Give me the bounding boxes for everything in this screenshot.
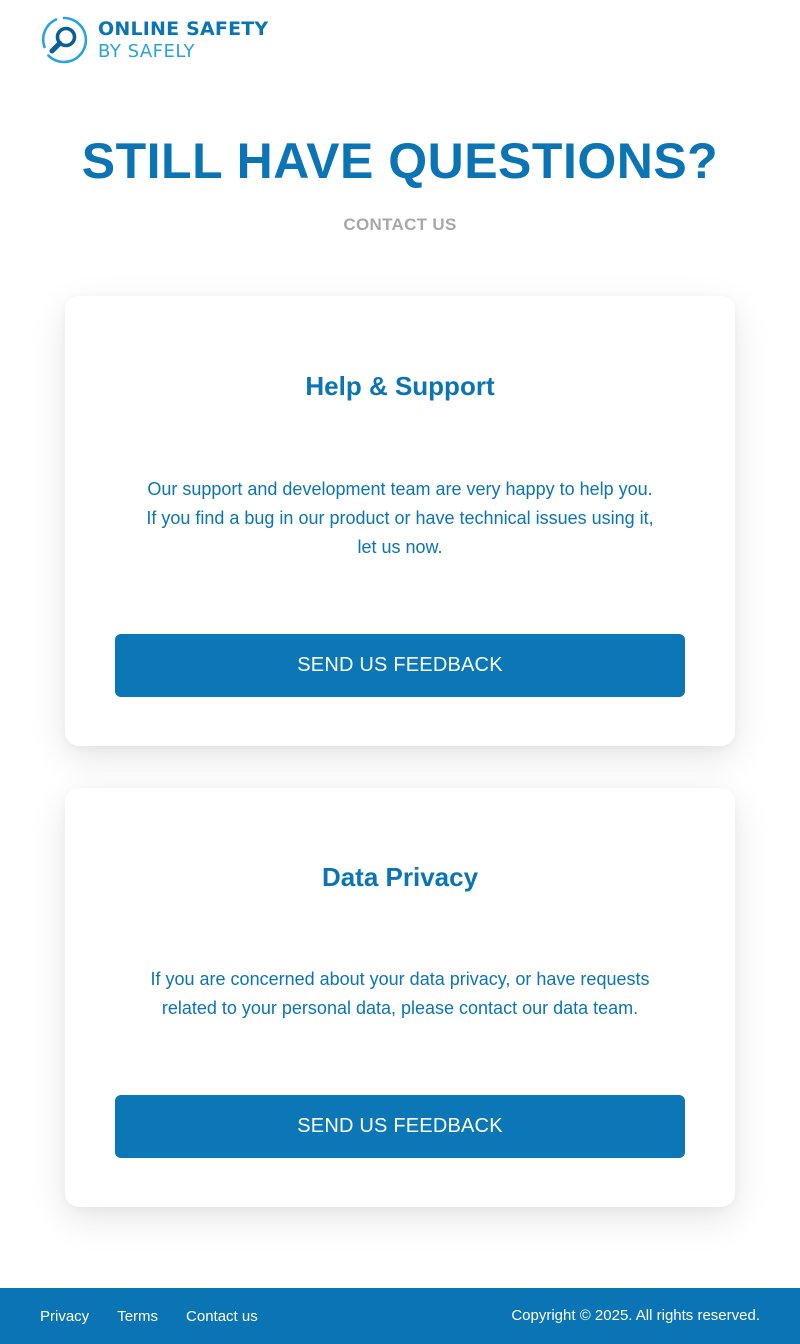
card-description-line: let us now.: [357, 537, 443, 557]
footer-nav: Privacy Terms Contact us: [40, 1288, 286, 1344]
card-title: Data Privacy: [321, 862, 479, 892]
footer-link-privacy[interactable]: Privacy: [40, 1308, 89, 1325]
support-feedback-button[interactable]: SEND US FEEDBACK: [115, 634, 685, 697]
footer-link-contact[interactable]: Contact us: [186, 1308, 258, 1325]
brand-name: ONLINE SAFETY BY SAFELY: [98, 17, 269, 62]
card-description: Our support and development team are ver…: [125, 475, 675, 562]
card-description-line: related to your personal data, please co…: [161, 998, 639, 1018]
help-support-card: Help & Support Our support and developme…: [65, 296, 735, 746]
card-description-line: Our support and development team are ver…: [147, 479, 653, 499]
privacy-feedback-button[interactable]: SEND US FEEDBACK: [115, 1095, 685, 1158]
page-subtitle: CONTACT US: [343, 215, 457, 234]
magnifier-logo-icon: [40, 16, 88, 64]
footer-link-terms[interactable]: Terms: [117, 1308, 158, 1325]
brand-name-line2: BY SAFELY: [98, 40, 196, 62]
brand-logo[interactable]: ONLINE SAFETY BY SAFELY: [40, 15, 268, 65]
card-title: Help & Support: [305, 371, 495, 401]
copyright-text: Copyright © 2025. All rights reserved.: [511, 1307, 760, 1324]
page-title: STILL HAVE QUESTIONS?: [81, 133, 719, 189]
card-description-line: If you are concerned about your data pri…: [150, 969, 650, 989]
footer: Privacy Terms Contact us Copyright © 202…: [0, 1288, 800, 1344]
brand-name-line1: ONLINE SAFETY: [98, 17, 269, 40]
card-description-line: If you find a bug in our product or have…: [146, 508, 654, 528]
card-description: If you are concerned about your data pri…: [125, 965, 675, 1023]
data-privacy-card: Data Privacy If you are concerned about …: [65, 788, 735, 1207]
